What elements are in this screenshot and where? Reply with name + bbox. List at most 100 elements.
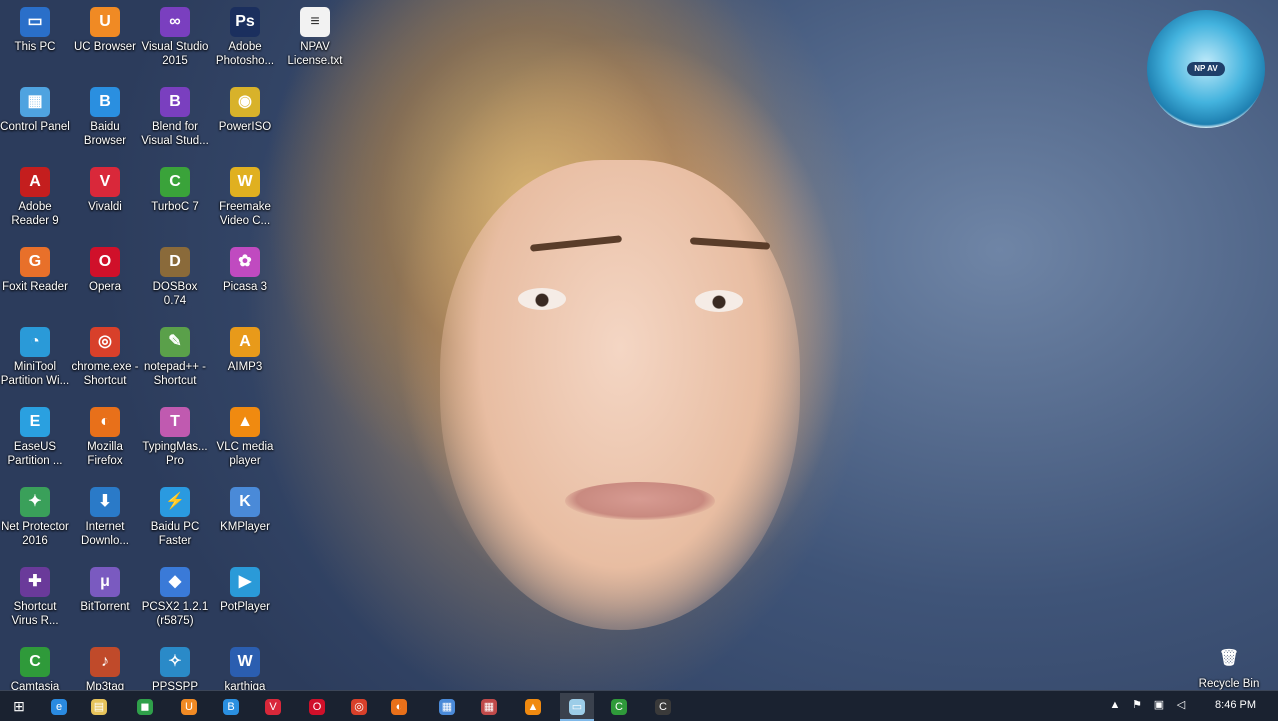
- idm-icon: ⬇: [90, 487, 120, 517]
- baidu-browser-icon: B: [90, 87, 120, 117]
- desktop-shortcut-label: Adobe Reader 9: [11, 201, 59, 227]
- vivaldi-icon: V: [90, 167, 120, 197]
- network-icon[interactable]: ▣: [1152, 698, 1166, 712]
- desktop-shortcut[interactable]: ◔ MiniTool Partition Wi...: [0, 320, 70, 388]
- desktop-shortcut[interactable]: K KMPlayer: [210, 480, 280, 534]
- volume-icon[interactable]: ◁: [1174, 698, 1188, 712]
- taskbar-green-app-button[interactable]: ◼: [128, 693, 162, 719]
- desktop-shortcut[interactable]: Wkarthiga resume.docx: [210, 640, 280, 690]
- desktop-shortcut-label: This PC: [14, 41, 56, 53]
- desktop-shortcut[interactable]: U UC Browser: [70, 0, 140, 54]
- taskbar-chrome-button[interactable]: ◎: [342, 693, 376, 719]
- desktop-shortcut[interactable]: T TypingMas... Pro: [140, 400, 210, 468]
- desktop-shortcut-label: Opera: [89, 281, 121, 293]
- clock[interactable]: 8:46 PM: [1215, 699, 1256, 711]
- ppsspp-icon: ✧: [160, 647, 190, 677]
- vivaldi-icon: V: [265, 699, 281, 716]
- file-explorer-icon: ▤: [91, 699, 107, 716]
- vlc-icon: ▲: [230, 407, 260, 437]
- taskbar-file-explorer-button[interactable]: ▤: [82, 693, 116, 719]
- taskbar-notepad-button[interactable]: ▭: [560, 693, 594, 721]
- desktop-shortcut[interactable]: ✧ PPSSPP: [140, 640, 210, 690]
- desktop-shortcut-label: Vivaldi: [88, 201, 122, 213]
- taskbar-camtasia-editor-button[interactable]: C: [646, 693, 680, 719]
- desktop-shortcut[interactable]: E EaseUS Partition ...: [0, 400, 70, 468]
- shortcut-virus-icon: ✚: [20, 567, 50, 597]
- wallpaper-eye-left: [518, 288, 566, 310]
- desktop-shortcut-label: Control Panel: [0, 121, 70, 133]
- firefox-icon: ◐: [391, 699, 407, 716]
- desktop-shortcut-label: TurboC 7: [151, 201, 199, 213]
- desktop-shortcut[interactable]: ▦ Control Panel: [0, 80, 70, 134]
- desktop-shortcut-label: KMPlayer: [220, 521, 270, 533]
- desktop-shortcut[interactable]: Ps Adobe Photosho...: [210, 0, 280, 68]
- show-hidden-icons-icon[interactable]: ▲: [1108, 698, 1122, 712]
- desktop-shortcut-label: Blend for Visual Stud...: [141, 121, 209, 147]
- desktop-shortcut[interactable]: ≡ NPAV License.txt: [280, 0, 350, 68]
- desktop-shortcut[interactable]: B Baidu Browser: [70, 80, 140, 148]
- desktop-shortcut[interactable]: ▲ VLC media player: [210, 400, 280, 468]
- desktop-shortcut[interactable]: ◐ Mozilla Firefox: [70, 400, 140, 468]
- bittorrent-icon: μ: [90, 567, 120, 597]
- desktop-shortcut[interactable]: μ BitTorrent: [70, 560, 140, 614]
- desktop-shortcut[interactable]: ∞ Visual Studio 2015: [140, 0, 210, 68]
- desktop-shortcut[interactable]: ▭ This PC: [0, 0, 70, 54]
- start-button[interactable]: ⊞: [2, 693, 36, 719]
- desktop-shortcut[interactable]: ✚ Shortcut Virus R...: [0, 560, 70, 628]
- vlc-icon: ▲: [525, 699, 541, 716]
- desktop-shortcut[interactable]: A AIMP3: [210, 320, 280, 374]
- recycle-bin-shortcut[interactable]: 🗑 Recycle Bin: [1194, 637, 1264, 690]
- desktop-shortcut-label: PotPlayer: [220, 601, 270, 613]
- minitool-icon: ◔: [20, 327, 50, 357]
- desktop-shortcut[interactable]: ⬇ Internet Downlo...: [70, 480, 140, 548]
- desktop-shortcut[interactable]: C TurboC 7: [140, 160, 210, 214]
- desktop-shortcut[interactable]: D DOSBox 0.74: [140, 240, 210, 308]
- taskbar-internet-explorer-button[interactable]: e: [42, 693, 76, 719]
- net-protector-icon: ✦: [20, 487, 50, 517]
- taskbar-baidu-button[interactable]: B: [214, 693, 248, 719]
- desktop-shortcut[interactable]: G Foxit Reader: [0, 240, 70, 294]
- desktop-shortcut[interactable]: ◉ PowerISO: [210, 80, 280, 134]
- desktop-shortcut[interactable]: C Camtasia Studio 8: [0, 640, 70, 690]
- desktop-shortcut[interactable]: ✿ Picasa 3: [210, 240, 280, 294]
- desktop-shortcut[interactable]: ▶ PotPlayer: [210, 560, 280, 614]
- taskbar-uc-browser-button[interactable]: U: [172, 693, 206, 719]
- npav-gadget[interactable]: NP AV: [1147, 10, 1265, 128]
- taskbar-camtasia-recorder-button[interactable]: C: [602, 693, 636, 719]
- wallpaper-lips: [565, 482, 715, 520]
- desktop-shortcut[interactable]: ♪ Mp3tag: [70, 640, 140, 690]
- taskbar-calculator-button[interactable]: ▦: [430, 693, 464, 719]
- uc-browser-icon: U: [181, 699, 197, 716]
- desktop-shortcut[interactable]: B Blend for Visual Stud...: [140, 80, 210, 148]
- desktop-shortcut[interactable]: ✎ notepad++ - Shortcut: [140, 320, 210, 388]
- picasa-icon: ✿: [230, 247, 260, 277]
- desktop-shortcut-label: Freemake Video C...: [219, 201, 271, 227]
- taskbar-opera-button[interactable]: O: [300, 693, 334, 719]
- desktop-shortcut[interactable]: ✦ Net Protector 2016: [0, 480, 70, 548]
- taskbar-vlc-button[interactable]: ▲: [516, 693, 550, 719]
- word-doc-icon: W: [230, 647, 260, 677]
- taskbar-firefox-button[interactable]: ◐: [382, 693, 416, 719]
- desktop-shortcut[interactable]: W Freemake Video C...: [210, 160, 280, 228]
- action-center-flag-icon[interactable]: ⚑: [1130, 698, 1144, 712]
- uc-browser-icon: U: [90, 7, 120, 37]
- camtasia-recorder-icon: C: [611, 699, 627, 716]
- taskbar-apps-button[interactable]: ▦: [472, 693, 506, 719]
- taskbar-vivaldi-button[interactable]: V: [256, 693, 290, 719]
- desktop-shortcut[interactable]: V Vivaldi: [70, 160, 140, 214]
- firefox-icon: ◐: [90, 407, 120, 437]
- desktop-shortcut-label: Foxit Reader: [2, 281, 68, 293]
- desktop-shortcut[interactable]: ◎ chrome.exe - Shortcut: [70, 320, 140, 388]
- desktop-shortcut-label: PPSSPP: [151, 681, 199, 690]
- desktop-shortcut[interactable]: O Opera: [70, 240, 140, 294]
- opera-icon: O: [309, 699, 325, 716]
- camtasia-editor-icon: C: [655, 699, 671, 716]
- desktop-shortcut-label: PowerISO: [218, 121, 272, 133]
- internet-explorer-icon: e: [51, 699, 67, 716]
- desktop-shortcut[interactable]: ◆ PCSX2 1.2.1 (r5875): [140, 560, 210, 628]
- desktop-shortcut[interactable]: ⚡ Baidu PC Faster: [140, 480, 210, 548]
- camtasia-icon: C: [20, 647, 50, 677]
- notepadpp-icon: ✎: [160, 327, 190, 357]
- desktop-shortcut[interactable]: A Adobe Reader 9: [0, 160, 70, 228]
- system-tray: ▲ ⚑ ▣ ◁ 8:46 PM: [1098, 691, 1278, 721]
